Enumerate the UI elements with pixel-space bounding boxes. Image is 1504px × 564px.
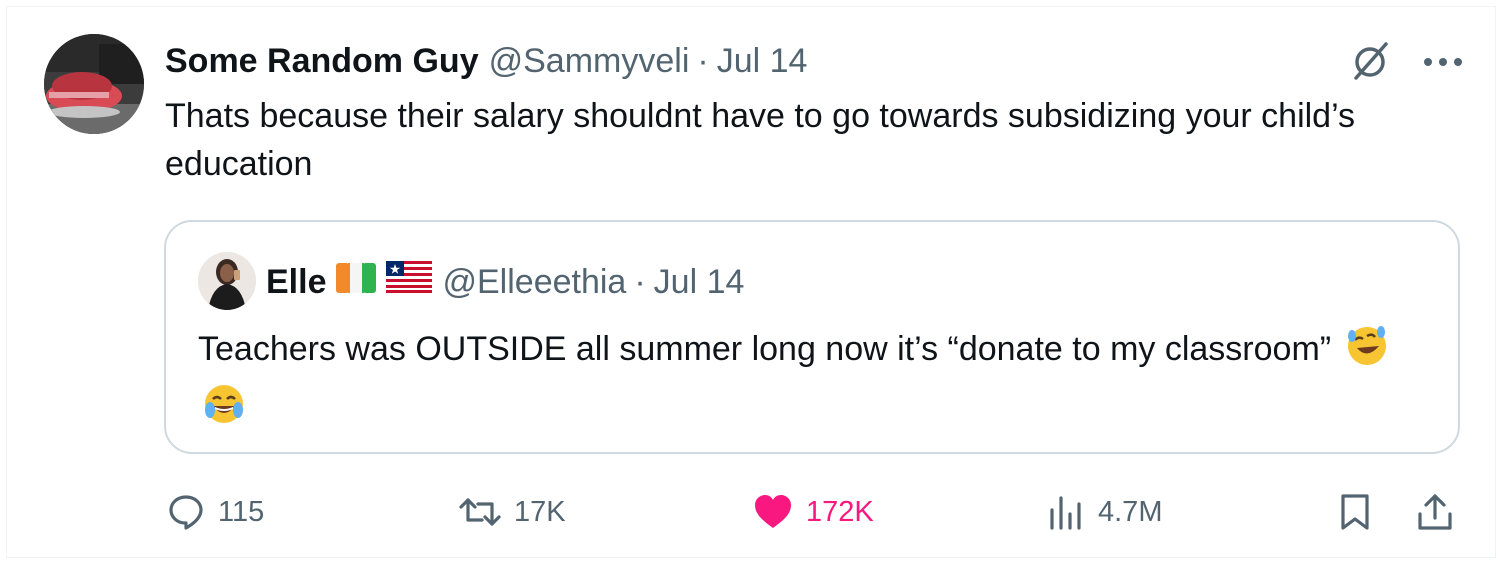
share-button[interactable] [1416,488,1466,536]
quoted-tweet-text: Teachers was OUTSIDE all summer long now… [198,330,1332,368]
tweet-top-actions [1350,40,1464,87]
tears-of-joy-emoji-icon [202,382,246,440]
tweet-text: Thats because their salary shouldnt have… [165,97,1356,183]
quoted-tweet-date[interactable]: Jul 14 [654,258,745,306]
repost-count: 17K [514,495,566,528]
repost-icon [459,498,501,526]
tweet-date[interactable]: Jul 14 [717,38,808,84]
quoted-tweet-text-block: Teachers was OUTSIDE all summer long now… [198,324,1398,440]
reply-button[interactable]: 115 [166,488,264,536]
rolling-on-floor-laughing-emoji-icon [1345,324,1389,382]
reply-icon [169,495,203,530]
author-name[interactable]: Some Random Guy [165,38,479,84]
like-button[interactable]: 172K [752,488,874,536]
quoted-tweet[interactable]: Elle @Elleeethia · Jul 14 Teachers was O… [164,220,1460,454]
share-icon [1418,494,1452,530]
author-avatar[interactable] [44,34,144,134]
author-handle[interactable]: @Sammyveli [489,38,690,84]
quoted-tweet-header: Elle @Elleeethia · Jul 14 [266,258,744,306]
repost-button[interactable]: 17K [458,488,566,536]
more-options-icon[interactable] [1422,55,1464,73]
bookmark-icon [1341,494,1369,530]
tweet-actions-bar: 115 17K 172K 4.7M [0,480,1504,544]
quoted-author-avatar[interactable] [198,252,256,310]
quoted-author-name[interactable]: Elle [266,258,326,306]
tweet-header: Some Random Guy @Sammyveli · Jul 14 [165,38,807,84]
quoted-author-handle[interactable]: @Elleeethia [442,258,626,306]
grok-icon[interactable] [1350,40,1392,87]
bookmark-button[interactable] [1338,488,1384,536]
like-count: 172K [806,495,874,528]
view-count: 4.7M [1098,495,1163,528]
like-icon [755,495,791,528]
views-icon [1050,496,1081,530]
quoted-header-separator: · [634,263,646,301]
header-separator: · [697,42,709,80]
views-button[interactable]: 4.7M [1046,488,1162,536]
flag-ivory-coast-icon [336,258,377,306]
reply-count: 115 [218,495,265,528]
flag-liberia-icon [386,258,433,306]
